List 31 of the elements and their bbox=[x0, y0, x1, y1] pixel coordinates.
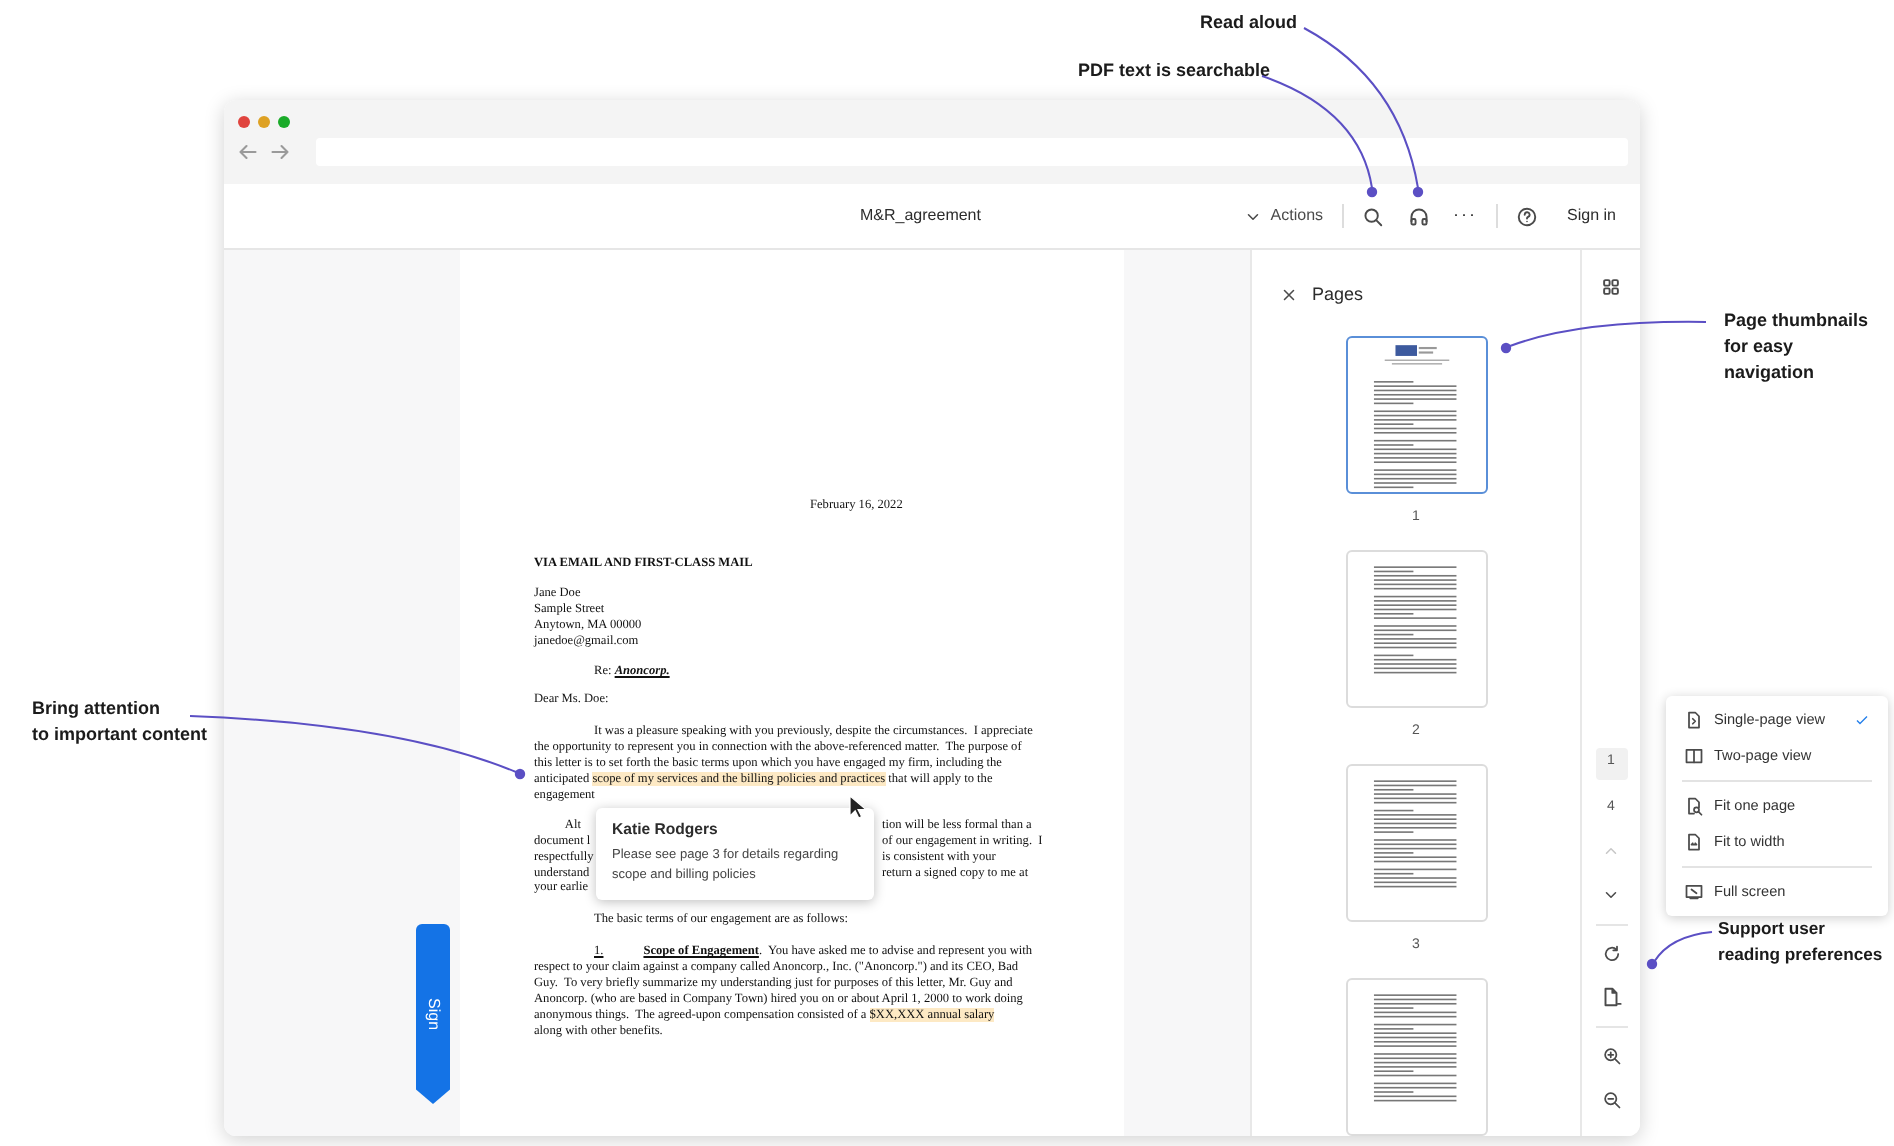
sign-tab[interactable]: Sign bbox=[416, 924, 450, 1104]
headphones-icon[interactable] bbox=[1407, 205, 1430, 227]
close-icon[interactable] bbox=[1280, 286, 1298, 305]
chevron-down-icon[interactable] bbox=[1602, 886, 1620, 904]
help-icon[interactable] bbox=[1515, 205, 1538, 227]
leader-line bbox=[1261, 75, 1378, 198]
callout-label: PDF text is searchable bbox=[1078, 58, 1271, 84]
zoom-in-icon[interactable] bbox=[1601, 1046, 1621, 1066]
page-thumbnail[interactable] bbox=[1345, 335, 1487, 494]
leader-line bbox=[1646, 931, 1713, 970]
forward-arrow-icon[interactable] bbox=[268, 140, 292, 164]
zoom-out-icon[interactable] bbox=[1601, 1090, 1621, 1110]
fit-width-icon bbox=[1684, 832, 1704, 852]
callout-label: Page thumbnails for easy navigation bbox=[1724, 308, 1869, 386]
actions-button[interactable]: Actions bbox=[1244, 204, 1324, 228]
single-page-icon bbox=[1684, 710, 1704, 730]
search-icon[interactable] bbox=[1361, 205, 1384, 227]
document-view-icon[interactable] bbox=[1600, 986, 1622, 1008]
back-arrow-icon[interactable] bbox=[236, 140, 260, 164]
callout-label: Bring attention to important content bbox=[32, 696, 207, 748]
panel-title: Pages bbox=[1312, 282, 1364, 308]
grid-view-icon[interactable] bbox=[1600, 276, 1622, 298]
callout-label: Read aloud bbox=[1200, 10, 1298, 36]
full-screen-icon bbox=[1684, 882, 1704, 902]
more-button[interactable]: ··· bbox=[1453, 202, 1478, 230]
document-title: M&R_agreement bbox=[860, 204, 981, 228]
two-page-icon bbox=[1684, 746, 1704, 766]
sign-in-button[interactable]: Sign in bbox=[1567, 204, 1616, 228]
rotate-icon[interactable] bbox=[1601, 944, 1621, 964]
fit-page-icon bbox=[1684, 796, 1704, 816]
callout-label: Support user reading preferences bbox=[1718, 916, 1883, 968]
